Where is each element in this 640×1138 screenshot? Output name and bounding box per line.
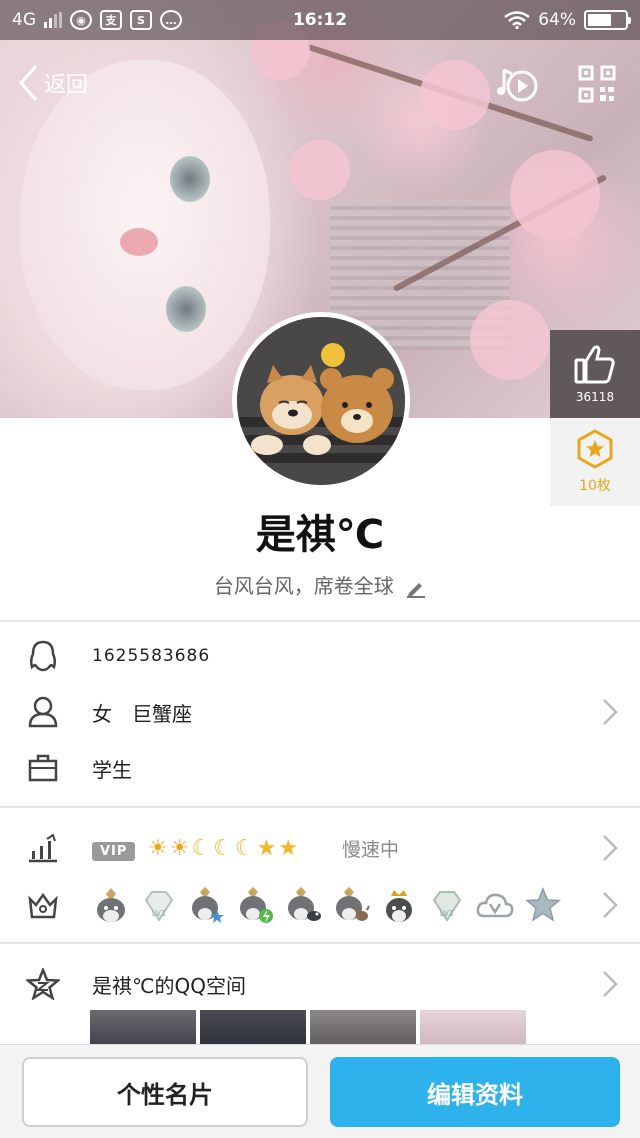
occupation-row: 学生 — [0, 744, 640, 792]
qr-code-icon[interactable] — [578, 65, 616, 103]
nickname: 是祺℃ — [255, 512, 385, 558]
gender-zodiac-row[interactable]: 女 巨蟹座 — [0, 688, 640, 736]
cat-eye — [166, 286, 206, 332]
divider — [0, 942, 640, 944]
penguin-icon — [26, 639, 60, 673]
battery-percent: 64% — [538, 10, 576, 30]
chevron-right-icon — [603, 971, 618, 997]
thumbs-up-icon — [574, 345, 615, 384]
diamond-lv1-badge-2[interactable]: LV1 — [428, 886, 466, 924]
qq-number: 1625583686 — [92, 646, 211, 666]
occupation: 学生 — [92, 757, 132, 782]
chevron-right-icon — [603, 835, 618, 861]
penguin-bolt-badge[interactable] — [236, 886, 274, 924]
svg-text:LV1: LV1 — [440, 909, 454, 918]
profile-card-button[interactable]: 个性名片 — [22, 1057, 308, 1127]
edit-profile-button[interactable]: 编辑资料 — [330, 1057, 620, 1127]
screenshot-icon: S — [130, 10, 152, 30]
briefcase-icon — [26, 751, 60, 785]
moon-icon: ☾ — [191, 835, 212, 861]
like-button[interactable]: 36118 — [550, 330, 640, 418]
cover-cat — [20, 60, 270, 390]
chevron-right-icon — [603, 892, 618, 918]
badge-list: LV1 LV1 — [92, 886, 562, 924]
person-icon — [26, 695, 60, 729]
cover-blossom — [420, 60, 490, 130]
penguin-bird-badge[interactable] — [284, 886, 322, 924]
back-button[interactable]: 返回 — [18, 64, 88, 102]
vip-tag: VIP — [92, 836, 136, 861]
network-type: 4G — [12, 10, 36, 30]
svg-text:LV1: LV1 — [152, 909, 166, 918]
avatar[interactable] — [232, 312, 410, 490]
vip-tag-label: VIP — [92, 841, 136, 861]
like-count: 36118 — [575, 390, 615, 404]
star-badge[interactable] — [524, 886, 562, 924]
header-actions — [496, 64, 616, 104]
qzone-title: 是祺℃的QQ空间 — [92, 973, 246, 998]
sun-icon: ☀ — [169, 835, 190, 861]
message-icon: … — [160, 10, 182, 30]
avatar-image — [237, 317, 405, 485]
edit-pen-icon[interactable] — [406, 578, 426, 598]
cover-blossom — [470, 300, 550, 380]
globe-icon: ◉ — [70, 10, 92, 30]
cat-nose — [120, 228, 158, 256]
cloud-v-badge[interactable] — [476, 886, 514, 924]
status-bar: 4G ◉ 支 S … 16:12 64% — [0, 0, 640, 40]
battery-fill — [588, 14, 612, 26]
star-icon: ★ — [256, 835, 277, 861]
star-icon: ★ — [278, 835, 299, 861]
sun-icon: ☀ — [148, 835, 168, 861]
divider — [0, 620, 640, 622]
badge-star-icon — [577, 429, 613, 469]
badge-count: 10枚 — [579, 478, 611, 494]
moon-icon: ☾ — [234, 835, 255, 861]
moon-icon: ☾ — [213, 835, 233, 861]
chart-icon — [26, 831, 60, 865]
chevron-right-icon — [603, 699, 618, 725]
battery-icon — [584, 10, 631, 30]
signal-icon — [44, 12, 62, 28]
cat-eye — [170, 156, 210, 202]
cover-blossom — [290, 140, 350, 200]
crown-icon — [26, 888, 60, 922]
penguin-crown-badge[interactable] — [380, 886, 418, 924]
qq-number-row: 1625583686 — [0, 632, 640, 680]
qzone-row[interactable]: 是祺℃的QQ空间 — [0, 960, 640, 1008]
penguin-badge[interactable] — [92, 886, 130, 924]
cover-blossom — [510, 150, 600, 240]
status-right: 64% — [504, 10, 631, 30]
bottom-action-bar: 个性名片 编辑资料 — [0, 1044, 640, 1138]
pay-icon: 支 — [100, 10, 122, 30]
signature[interactable]: 台风台风，席卷全球 — [0, 570, 640, 599]
qzone-star-icon — [26, 967, 60, 1001]
music-icon[interactable] — [496, 64, 540, 104]
wifi-icon — [504, 11, 530, 29]
gender-zodiac: 女 巨蟹座 — [92, 701, 192, 726]
speed-status: 慢速中 — [342, 838, 400, 861]
diamond-lv1-badge[interactable]: LV1 — [140, 886, 178, 924]
status-left: 4G ◉ 支 S … — [12, 10, 182, 30]
divider — [0, 806, 640, 808]
badges-row[interactable]: LV1 LV1 — [0, 880, 640, 930]
level-icons: ☀ ☀ ☾ ☾ ☾ ★ ★ — [148, 836, 298, 861]
level-row[interactable]: VIP ☀ ☀ ☾ ☾ ☾ ★ ★ 慢速中 — [0, 824, 640, 872]
back-label: 返回 — [44, 73, 89, 98]
penguin-star-badge[interactable] — [188, 886, 226, 924]
badge-button[interactable]: 10枚 — [550, 418, 640, 506]
penguin-moose-badge[interactable] — [332, 886, 370, 924]
signature-text: 台风台风，席卷全球 — [213, 574, 394, 598]
chevron-left-icon — [18, 65, 38, 101]
